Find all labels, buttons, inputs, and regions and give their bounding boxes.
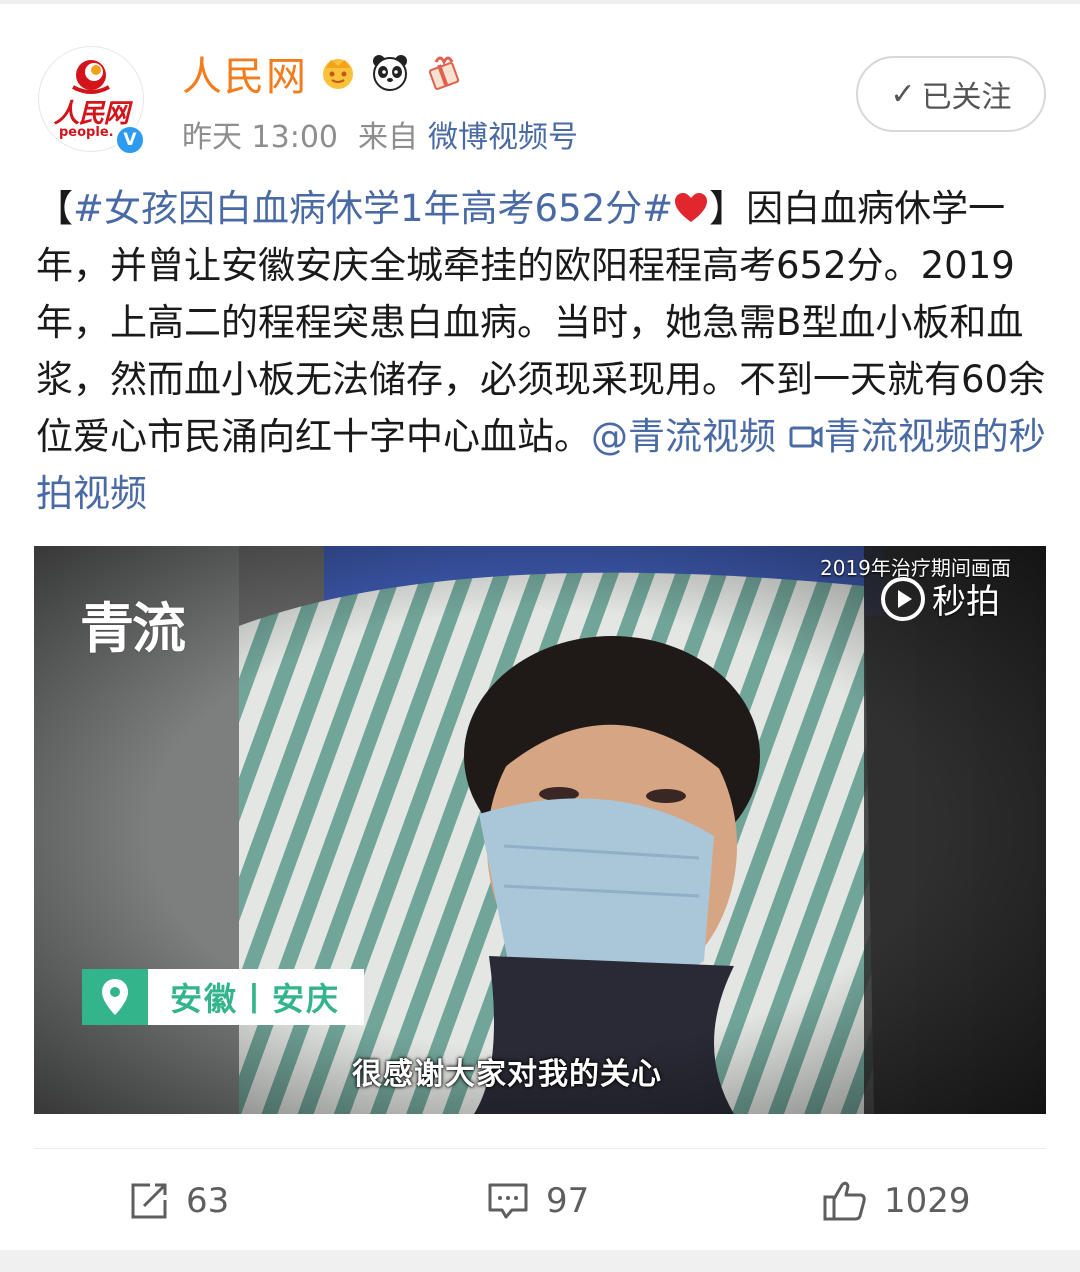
gift-badge-icon[interactable]: [422, 52, 462, 92]
check-icon: ✓: [890, 76, 916, 112]
comment-icon: [488, 1183, 528, 1219]
follow-button[interactable]: ✓ 已关注: [856, 56, 1046, 132]
mention-link[interactable]: @青流视频: [591, 415, 776, 458]
video-subtitle: 很感谢大家对我的关心: [352, 1057, 662, 1092]
people-daily-logo-icon: [72, 60, 110, 94]
comment-count: 97: [546, 1181, 590, 1221]
location-pin-icon: [82, 969, 148, 1025]
badge-row: [318, 52, 462, 92]
top-divider: [0, 0, 1080, 4]
action-divider: [34, 1148, 1046, 1149]
action-bar: 63 97 1029: [0, 1164, 1080, 1238]
bracket-open: 【: [36, 187, 73, 230]
panda-badge-icon[interactable]: [370, 52, 410, 92]
location-tag: 安徽丨安庆: [82, 969, 365, 1025]
video-frame-image: [34, 546, 1046, 1114]
video-link-icon: [789, 426, 823, 448]
watermark-label: 秒拍: [932, 582, 1000, 622]
play-icon: [881, 576, 925, 621]
crown-badge-icon[interactable]: [318, 52, 358, 92]
repost-button[interactable]: 63: [128, 1164, 229, 1238]
verified-icon: V: [114, 124, 146, 156]
post-meta: 昨天 13:00 来自 微博视频号: [182, 112, 598, 156]
from-label: 来自: [358, 120, 418, 155]
thumbs-up-icon: [823, 1181, 866, 1221]
comment-button[interactable]: 97: [486, 1164, 589, 1238]
like-count: 1029: [884, 1181, 971, 1221]
avatar-text-en: people.: [59, 125, 114, 140]
location-label: 安徽丨安庆: [148, 969, 365, 1025]
hashtag-link[interactable]: #女孩因白血病休学1年高考652分#: [73, 187, 673, 230]
follow-label: 已关注: [921, 80, 1012, 115]
video-player[interactable]: 青流 2019年治疗期间画面 秒拍 安徽丨安庆 很感谢大家对我的关心: [34, 546, 1046, 1114]
post-time: 昨天 13:00: [182, 120, 338, 155]
video-watermark: 秒拍: [880, 574, 1000, 623]
post-text: 【#女孩因白血病休学1年高考652分# 】因白血病休学一年，并曾让安徽安庆全城牵挂…: [36, 180, 1046, 522]
repost-count: 63: [186, 1181, 230, 1221]
video-logo: 青流: [80, 597, 186, 660]
repost-icon: [131, 1183, 167, 1219]
like-button[interactable]: 1029: [822, 1164, 971, 1238]
bottom-divider: [0, 1250, 1080, 1272]
heart-icon: [675, 193, 708, 222]
post-source-link[interactable]: 微博视频号: [428, 120, 578, 155]
account-name[interactable]: 人民网: [182, 44, 308, 102]
bracket-close: 】: [709, 187, 747, 230]
